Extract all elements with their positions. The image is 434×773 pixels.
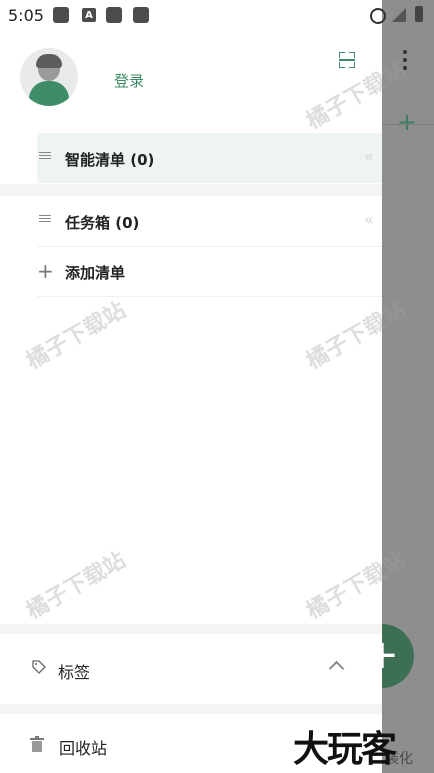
notification-icon <box>53 7 69 23</box>
status-time: 5:05 <box>8 6 44 25</box>
smart-list-item[interactable]: 智能清单 (0) « <box>37 133 382 183</box>
list-icon <box>39 215 51 227</box>
site-logo: 大玩客 <box>293 729 397 770</box>
trash-icon <box>30 736 44 752</box>
section-divider <box>0 704 382 714</box>
smart-list-label: 智能清单 (0) <box>65 151 155 169</box>
chevron-up-icon[interactable] <box>328 660 345 677</box>
alarm-icon <box>370 8 386 24</box>
status-bar: 5:05 A <box>0 0 434 30</box>
scan-icon[interactable] <box>339 52 355 68</box>
avatar-hair <box>36 54 62 68</box>
trash-label: 回收站 <box>59 739 108 758</box>
collapse-chevron-icon[interactable]: « <box>364 210 374 229</box>
tags-label: 标签 <box>58 663 91 682</box>
list-icon <box>39 152 51 164</box>
tags-item[interactable]: 标签 <box>0 634 382 704</box>
avatar-body <box>29 81 69 106</box>
avatar[interactable] <box>20 48 78 106</box>
add-list-item[interactable]: + 添加清单 <box>37 247 382 297</box>
bg-divider <box>382 124 434 125</box>
battery-icon <box>415 6 423 22</box>
tag-icon <box>32 660 46 674</box>
login-link[interactable]: 登录 <box>114 70 144 91</box>
section-divider <box>0 184 382 196</box>
signal-icon <box>392 8 406 22</box>
notification-a-icon: A <box>82 8 96 22</box>
notification-icon <box>106 7 122 23</box>
plus-icon: + <box>37 259 54 283</box>
inbox-item[interactable]: 任务箱 (0) « <box>37 196 382 247</box>
notification-icon <box>133 7 149 23</box>
navigation-drawer: 登录 智能清单 (0) « 任务箱 (0) « + 添加清单 标签 回收站 <box>0 0 382 773</box>
inbox-label: 任务箱 (0) <box>65 214 140 232</box>
section-divider <box>0 624 382 634</box>
collapse-chevron-icon[interactable]: « <box>364 147 374 166</box>
add-list-label: 添加清单 <box>65 264 126 282</box>
more-menu-icon <box>402 50 408 74</box>
bg-add-icon: + <box>397 108 418 136</box>
